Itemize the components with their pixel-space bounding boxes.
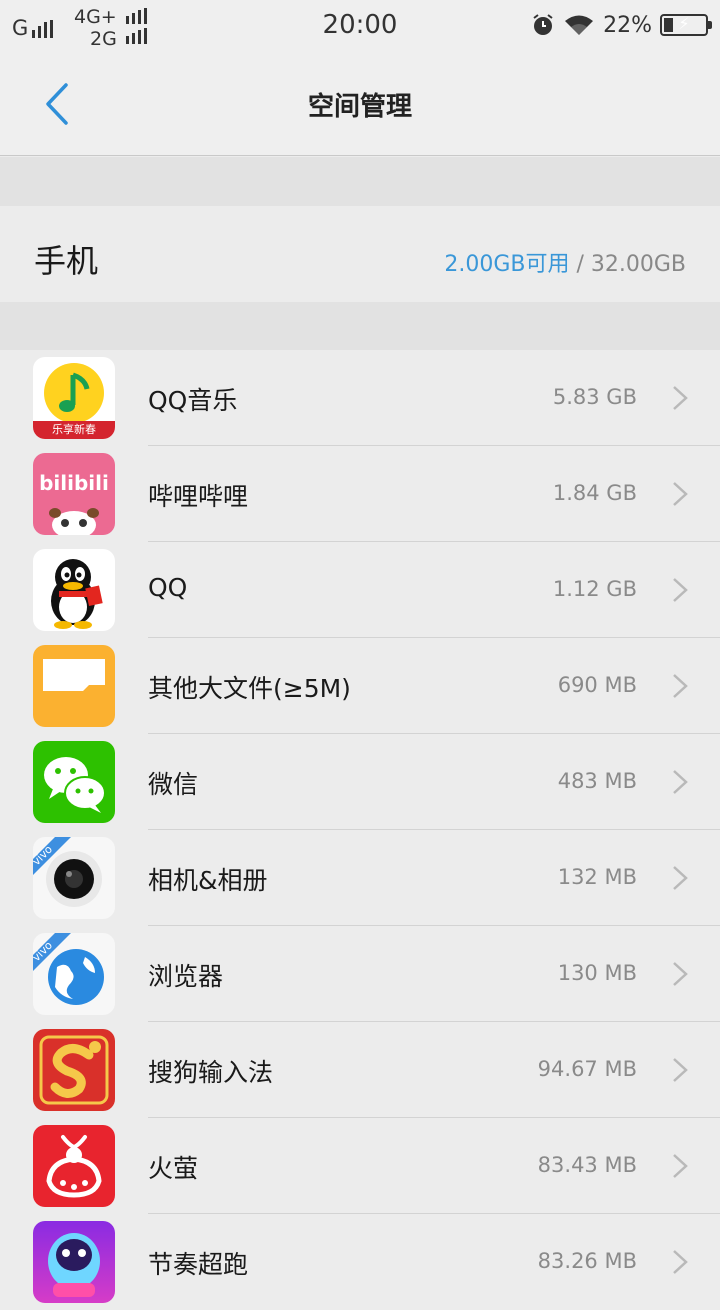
app-name: 搜狗输入法 (148, 1058, 274, 1087)
app-name: 节奏超跑 (148, 1250, 249, 1279)
charging-bolt-icon: ⚡ (678, 14, 690, 33)
chevron-right-icon (673, 1250, 688, 1274)
status-bar: G 4G+ 2G 20:00 22% ⚡ (0, 0, 720, 52)
app-name: 哔哩哔哩 (148, 482, 249, 511)
phone-storage-row: 手机 2.00GB可用 / 32.00GB (0, 206, 720, 302)
storage-summary: 2.00GB可用 / 32.00GB (444, 246, 686, 278)
app-name: 火萤 (148, 1154, 199, 1183)
app-size: 483 MB (557, 769, 637, 793)
alarm-icon (533, 14, 553, 35)
section-divider (0, 302, 720, 350)
navigation-header: 空间管理 (0, 52, 720, 156)
app-storage-list: 乐享新春 QQ音乐 5.83 GB bilibili 哔哩哔哩 1.84 GB (0, 350, 720, 1310)
app-name: 其他大文件(≥5M) (148, 674, 351, 703)
browser-icon: vivo (33, 933, 115, 1015)
chevron-right-icon (673, 578, 688, 602)
app-size: 1.12 GB (552, 577, 637, 601)
section-divider (0, 157, 720, 206)
camera-icon: vivo (33, 837, 115, 919)
firefly-icon (33, 1125, 115, 1207)
wechat-icon (33, 741, 115, 823)
chevron-right-icon (673, 674, 688, 698)
qq-music-badge-text: 乐享新春 (52, 423, 96, 436)
app-name: 浏览器 (148, 962, 224, 991)
app-row-other-files[interactable]: 其他大文件(≥5M) 690 MB (0, 638, 720, 734)
app-name: QQ (148, 573, 188, 602)
app-size: 5.83 GB (552, 385, 637, 409)
chevron-right-icon (673, 962, 688, 986)
chevron-right-icon (673, 482, 688, 506)
chevron-right-icon (673, 1154, 688, 1178)
qq-icon (33, 549, 115, 631)
status-icons: 22% ⚡ (531, 10, 712, 40)
app-row-bilibili[interactable]: bilibili 哔哩哔哩 1.84 GB (0, 446, 720, 542)
app-row-camera[interactable]: vivo 相机&相册 132 MB (0, 830, 720, 926)
app-row-browser[interactable]: vivo 浏览器 130 MB (0, 926, 720, 1022)
rhythm-racer-icon (33, 1221, 115, 1303)
app-row-sogou[interactable]: 搜狗输入法 94.67 MB (0, 1022, 720, 1118)
folder-icon (33, 645, 115, 727)
chevron-right-icon (673, 386, 688, 410)
storage-available: 2.00GB可用 (444, 252, 570, 277)
app-name: QQ音乐 (148, 386, 238, 415)
app-size: 132 MB (557, 865, 637, 889)
sogou-input-icon (33, 1029, 115, 1111)
app-size: 130 MB (557, 961, 637, 985)
app-name: 相机&相册 (148, 866, 268, 895)
chevron-right-icon (673, 770, 688, 794)
storage-total: 32.00GB (590, 252, 686, 277)
app-row-qq-music[interactable]: 乐享新春 QQ音乐 5.83 GB (0, 350, 720, 446)
chevron-right-icon (673, 866, 688, 890)
qq-music-icon: 乐享新春 (33, 357, 115, 439)
app-size: 83.43 MB (537, 1153, 637, 1177)
battery-icon: ⚡ (660, 14, 712, 36)
battery-percent: 22% (603, 12, 652, 38)
app-name: 微信 (148, 770, 199, 799)
storage-separator: / (569, 252, 591, 277)
app-size: 690 MB (557, 673, 637, 697)
app-size: 83.26 MB (537, 1249, 637, 1273)
app-row-wechat[interactable]: 微信 483 MB (0, 734, 720, 830)
wifi-icon (565, 15, 594, 35)
bilibili-icon: bilibili (33, 453, 115, 535)
app-size: 94.67 MB (537, 1057, 637, 1081)
app-size: 1.84 GB (552, 481, 637, 505)
phone-label: 手机 (34, 242, 99, 280)
chevron-right-icon (673, 1058, 688, 1082)
app-row-qq[interactable]: QQ 1.12 GB (0, 542, 720, 638)
app-row-rhythm-racer[interactable]: 节奏超跑 83.26 MB (0, 1214, 720, 1310)
app-row-firefly[interactable]: 火萤 83.43 MB (0, 1118, 720, 1214)
page-title: 空间管理 (307, 92, 412, 122)
